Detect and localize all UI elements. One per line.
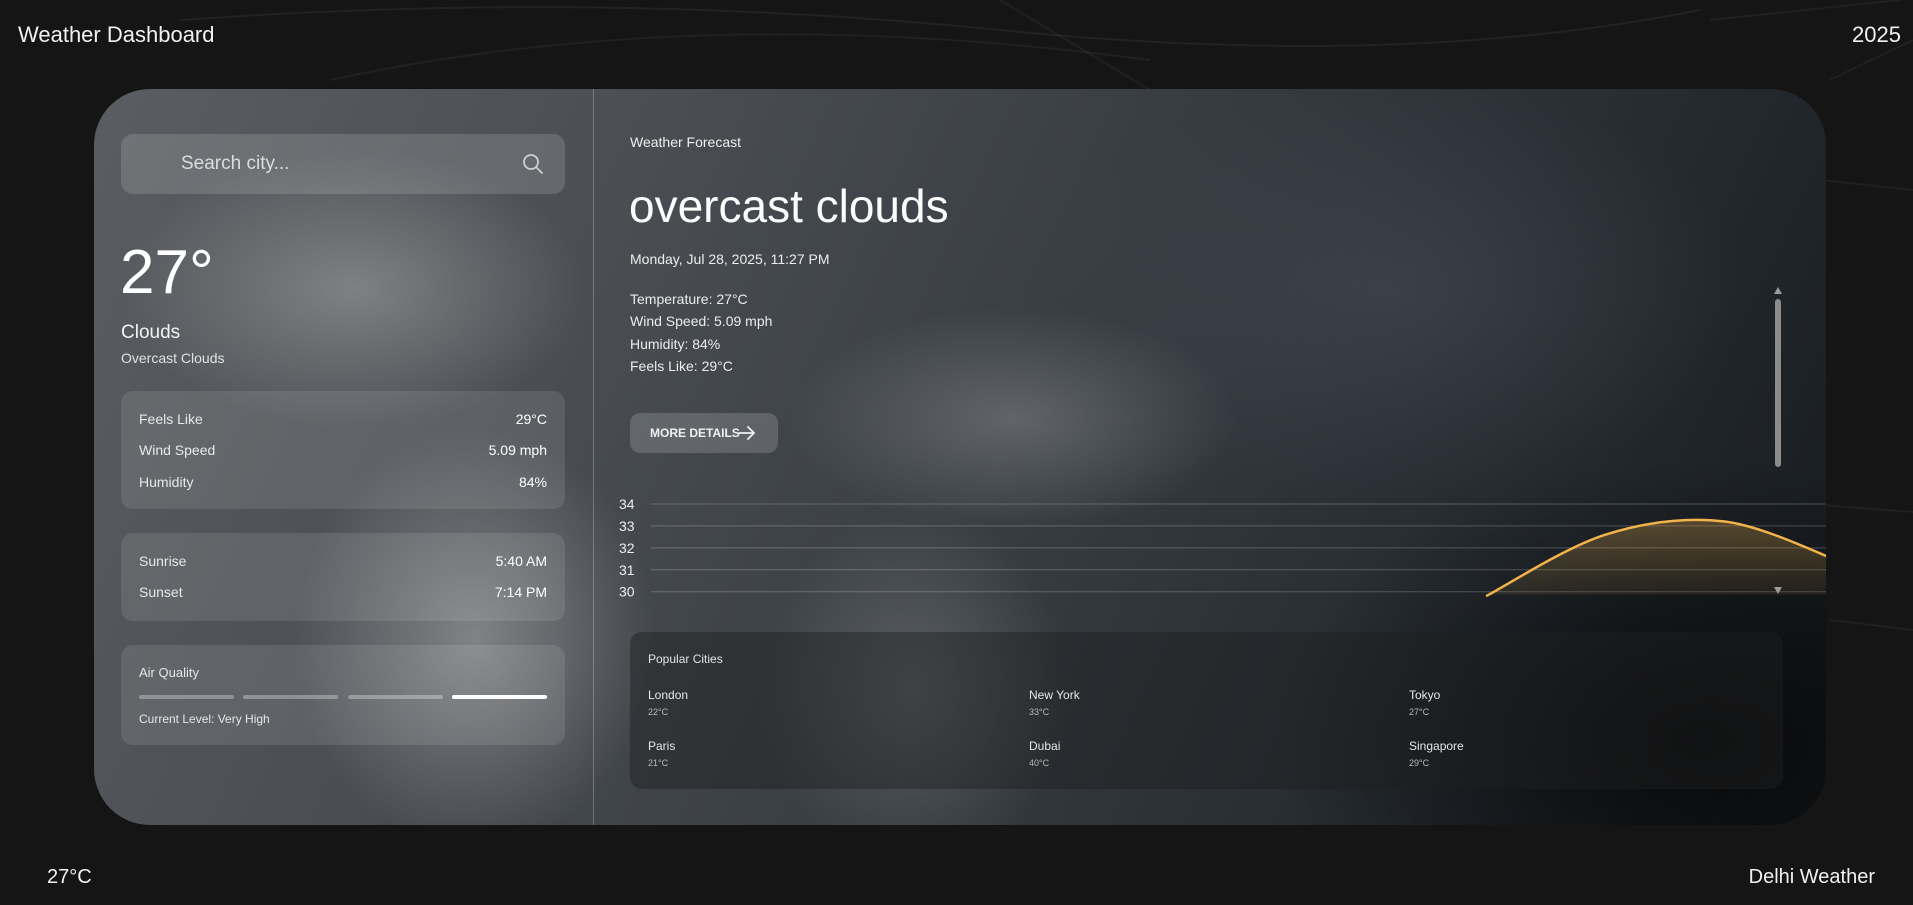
city-name: Tokyo bbox=[1409, 688, 1441, 702]
current-temperature: 27° bbox=[120, 238, 214, 307]
weather-card: 27° Clouds Overcast Clouds Feels Like 29… bbox=[94, 89, 1826, 825]
y-tick-label: 32 bbox=[619, 540, 635, 556]
panel-divider bbox=[593, 89, 594, 825]
stat-value: 5.09 mph bbox=[488, 442, 547, 458]
air-quality-segment bbox=[243, 695, 338, 699]
chart-scrollbar[interactable] bbox=[1771, 287, 1785, 597]
scroll-down-arrow-icon[interactable] bbox=[1774, 587, 1782, 594]
scroll-thumb[interactable] bbox=[1775, 299, 1781, 467]
sunset-row: Sunset 7:14 PM bbox=[139, 584, 547, 604]
stat-label: Wind Speed bbox=[139, 442, 216, 458]
stat-row-wind-speed: Wind Speed 5.09 mph bbox=[139, 442, 547, 462]
city-item-paris[interactable]: Paris 21°C bbox=[648, 739, 848, 773]
air-quality-segment bbox=[452, 695, 547, 699]
sunset-value: 7:14 PM bbox=[494, 584, 547, 600]
y-tick-label: 33 bbox=[619, 518, 635, 534]
city-temp: 21°C bbox=[648, 758, 669, 768]
forecast-datetime: Monday, Jul 28, 2025, 11:27 PM bbox=[630, 251, 830, 267]
y-tick-label: 34 bbox=[619, 496, 635, 512]
search-icon[interactable] bbox=[521, 152, 545, 176]
detail-feels-like: Feels Like: 29°C bbox=[630, 358, 733, 374]
sunrise-row: Sunrise 5:40 AM bbox=[139, 553, 547, 573]
air-quality-card: Air Quality Current Level: Very High bbox=[121, 645, 565, 745]
footer-temperature: 27°C bbox=[47, 866, 92, 888]
air-quality-level: Current Level: Very High bbox=[139, 712, 270, 726]
year-label: 2025 bbox=[1852, 22, 1901, 47]
weather-condition: Clouds bbox=[121, 322, 181, 343]
city-item-new-york[interactable]: New York 33°C bbox=[1029, 688, 1229, 722]
stat-row-humidity: Humidity 84% bbox=[139, 474, 547, 494]
city-name: Dubai bbox=[1029, 739, 1061, 753]
scroll-up-arrow-icon[interactable] bbox=[1774, 287, 1782, 294]
detail-wind-speed: Wind Speed: 5.09 mph bbox=[630, 313, 773, 329]
city-temp: 40°C bbox=[1029, 758, 1050, 768]
stat-value: 84% bbox=[518, 474, 547, 490]
dashboard-title: Weather Dashboard bbox=[18, 22, 215, 47]
stat-value: 29°C bbox=[515, 411, 547, 427]
detail-humidity: Humidity: 84% bbox=[630, 336, 721, 352]
city-item-singapore[interactable]: Singapore 29°C bbox=[1409, 739, 1609, 773]
footer-location: Delhi Weather bbox=[1748, 866, 1875, 888]
more-details-label: MORE DETAILS bbox=[650, 426, 740, 440]
city-temp: 33°C bbox=[1029, 707, 1050, 717]
popular-cities-panel: Popular Cities London 22°C New York 33°C… bbox=[630, 632, 1783, 789]
sun-times-card: Sunrise 5:40 AM Sunset 7:14 PM bbox=[121, 533, 565, 621]
city-item-tokyo[interactable]: Tokyo 27°C bbox=[1409, 688, 1609, 722]
arrow-right-icon bbox=[738, 426, 755, 440]
popular-cities-title: Popular Cities bbox=[648, 652, 723, 666]
city-name: Singapore bbox=[1409, 739, 1464, 753]
city-name: London bbox=[648, 688, 689, 702]
air-quality-segment bbox=[348, 695, 443, 699]
forecast-label: Weather Forecast bbox=[630, 134, 742, 150]
city-item-dubai[interactable]: Dubai 40°C bbox=[1029, 739, 1229, 773]
city-name: New York bbox=[1029, 688, 1080, 702]
city-temp: 27°C bbox=[1409, 707, 1430, 717]
y-tick-label: 30 bbox=[619, 584, 635, 598]
search-box bbox=[121, 134, 565, 194]
forecast-headline: overcast clouds bbox=[629, 180, 949, 232]
weather-description: Overcast Clouds bbox=[121, 350, 225, 366]
city-name: Paris bbox=[648, 739, 676, 753]
city-temp: 29°C bbox=[1409, 758, 1430, 768]
sunrise-label: Sunrise bbox=[139, 553, 187, 569]
search-input[interactable] bbox=[121, 134, 501, 194]
more-details-button[interactable]: MORE DETAILS bbox=[630, 413, 778, 453]
air-quality-title: Air Quality bbox=[139, 665, 199, 680]
y-tick-label: 31 bbox=[619, 562, 635, 578]
detail-temperature: Temperature: 27°C bbox=[630, 291, 748, 307]
weather-stats-card: Feels Like 29°C Wind Speed 5.09 mph Humi… bbox=[121, 391, 565, 509]
air-quality-segment bbox=[139, 695, 234, 699]
stat-row-feels-like: Feels Like 29°C bbox=[139, 411, 547, 431]
city-item-london[interactable]: London 22°C bbox=[648, 688, 848, 722]
stat-label: Feels Like bbox=[139, 411, 203, 427]
sunrise-value: 5:40 AM bbox=[495, 553, 547, 569]
air-quality-meter bbox=[139, 695, 547, 699]
city-temp: 22°C bbox=[648, 707, 669, 717]
stat-label: Humidity bbox=[139, 474, 194, 490]
sunset-label: Sunset bbox=[139, 584, 183, 600]
temperature-chart: 34 33 32 31 30 bbox=[619, 496, 1826, 598]
